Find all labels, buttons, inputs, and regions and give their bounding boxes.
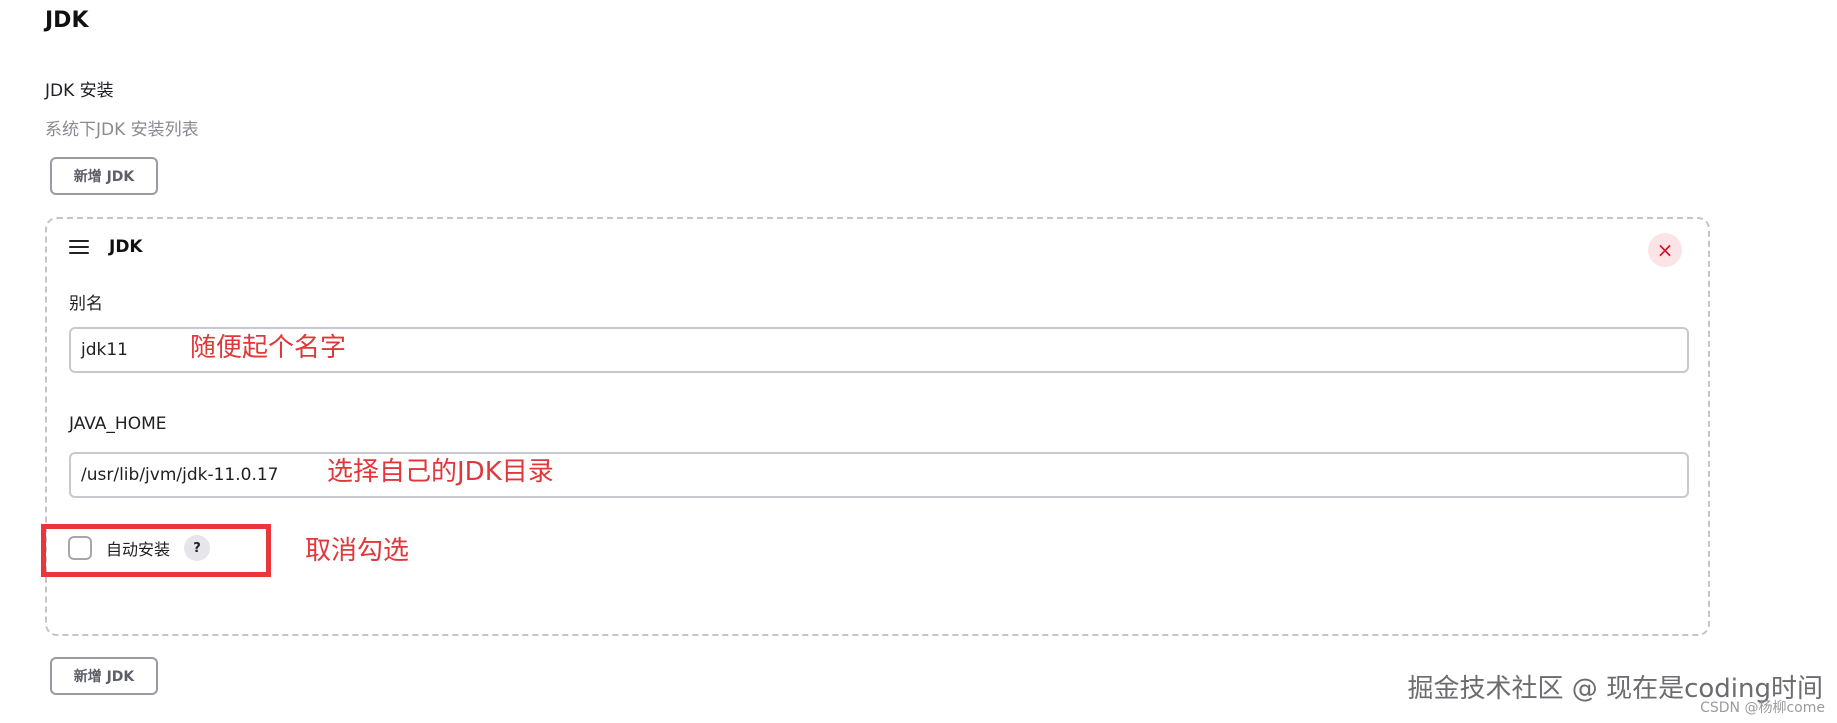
section-title: JDK bbox=[45, 8, 89, 33]
java-home-label: JAVA_HOME bbox=[69, 414, 167, 434]
jdk-entry-card: JDK × 别名 jdk11 JAVA_HOME /usr/lib/jvm/jd… bbox=[45, 217, 1710, 636]
question-icon[interactable]: ? bbox=[184, 535, 211, 561]
jdk-entry-title: JDK bbox=[109, 237, 143, 257]
auto-install-annotation: 取消勾选 bbox=[305, 536, 410, 566]
auto-install-row: 自动安装 ? bbox=[68, 535, 211, 561]
add-jdk-button-bottom[interactable]: 新增 JDK bbox=[50, 657, 158, 695]
auto-install-checkbox[interactable] bbox=[68, 536, 92, 560]
jdk-entry-header: JDK bbox=[69, 237, 143, 257]
close-icon[interactable]: × bbox=[1648, 233, 1682, 267]
jdk-installations-label: JDK 安装 bbox=[45, 81, 114, 101]
menu-lines-icon[interactable] bbox=[69, 240, 89, 254]
alias-label: 别名 bbox=[69, 294, 103, 314]
add-jdk-button-top[interactable]: 新增 JDK bbox=[50, 157, 158, 195]
java-home-annotation: 选择自己的JDK目录 bbox=[327, 457, 554, 487]
java-home-input[interactable]: /usr/lib/jvm/jdk-11.0.17 bbox=[69, 452, 1689, 498]
jdk-installations-description: 系统下JDK 安装列表 bbox=[45, 120, 199, 140]
watermark-sub: CSDN @杨柳come bbox=[1700, 700, 1825, 716]
alias-annotation: 随便起个名字 bbox=[190, 333, 347, 363]
auto-install-label: 自动安装 bbox=[106, 540, 171, 559]
jdk-config-page: JDK JDK 安装 系统下JDK 安装列表 新增 JDK JDK × 别名 j… bbox=[0, 0, 1837, 723]
